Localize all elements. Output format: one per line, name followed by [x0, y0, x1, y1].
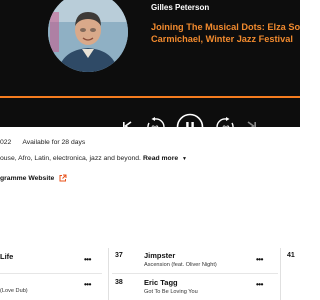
track-title: Ascension (feat. Oliver Night) — [144, 262, 217, 268]
more-options-icon[interactable]: ••• — [84, 280, 91, 289]
episode-description: ouse, Afro, Latin, electronica, jazz and… — [0, 155, 141, 162]
track-number: 38 — [115, 279, 123, 286]
availability-text: Available for 28 days — [22, 139, 86, 146]
forward-20-button[interactable]: 20 — [215, 116, 237, 127]
track-number: 37 — [115, 252, 123, 259]
read-more-link[interactable]: Read more ▼ — [143, 155, 187, 162]
track-title: Got To Be Loving You — [144, 289, 198, 295]
audio-player: Gilles Peterson Joining The Musical Dots… — [0, 0, 300, 127]
rewind-icon: 20 — [147, 117, 165, 127]
row-divider — [0, 273, 102, 274]
presenter-name[interactable]: Gilles Peterson — [151, 3, 209, 12]
external-link-icon — [59, 174, 67, 182]
forward-icon: 20 — [216, 117, 234, 127]
broadcast-date: 022 — [0, 139, 12, 146]
pause-button[interactable] — [176, 113, 204, 127]
episode-artwork — [48, 0, 128, 72]
track-title: (Love Dub) — [0, 288, 28, 294]
programme-website-link[interactable]: gramme Website — [0, 174, 67, 182]
track-number: 41 — [287, 252, 295, 259]
pause-icon — [176, 113, 204, 127]
rewind-20-button[interactable]: 20 — [144, 116, 166, 127]
programme-website-label: gramme Website — [0, 174, 55, 182]
chevron-down-icon: ▼ — [182, 156, 187, 162]
skip-previous-icon[interactable] — [121, 120, 133, 127]
rewind-seconds-label: 20 — [151, 125, 159, 127]
more-options-icon[interactable]: ••• — [256, 280, 263, 289]
more-options-icon[interactable]: ••• — [84, 255, 91, 264]
more-options-icon[interactable]: ••• — [256, 255, 263, 264]
episode-meta: 022 Available for 28 days — [0, 139, 85, 146]
episode-title-line-2: Carmichael, Winter Jazz Festival — [151, 34, 293, 44]
progress-bar[interactable] — [0, 96, 300, 98]
episode-title-line-1: Joining The Musical Dots: Elza Soares — [151, 22, 300, 32]
track-artist: Jimpster — [144, 251, 176, 260]
read-more-label: Read more — [143, 155, 179, 162]
column-divider — [108, 248, 109, 300]
forward-seconds-label: 20 — [222, 125, 230, 127]
column-divider — [280, 248, 281, 300]
progress-fill — [0, 96, 300, 98]
row-divider — [112, 273, 278, 274]
episode-title: Joining The Musical Dots: Elza Soares Ca… — [151, 21, 300, 45]
track-artist: Life — [0, 252, 14, 261]
track-artist: Eric Tagg — [144, 278, 178, 287]
skip-next-icon[interactable] — [246, 120, 258, 127]
